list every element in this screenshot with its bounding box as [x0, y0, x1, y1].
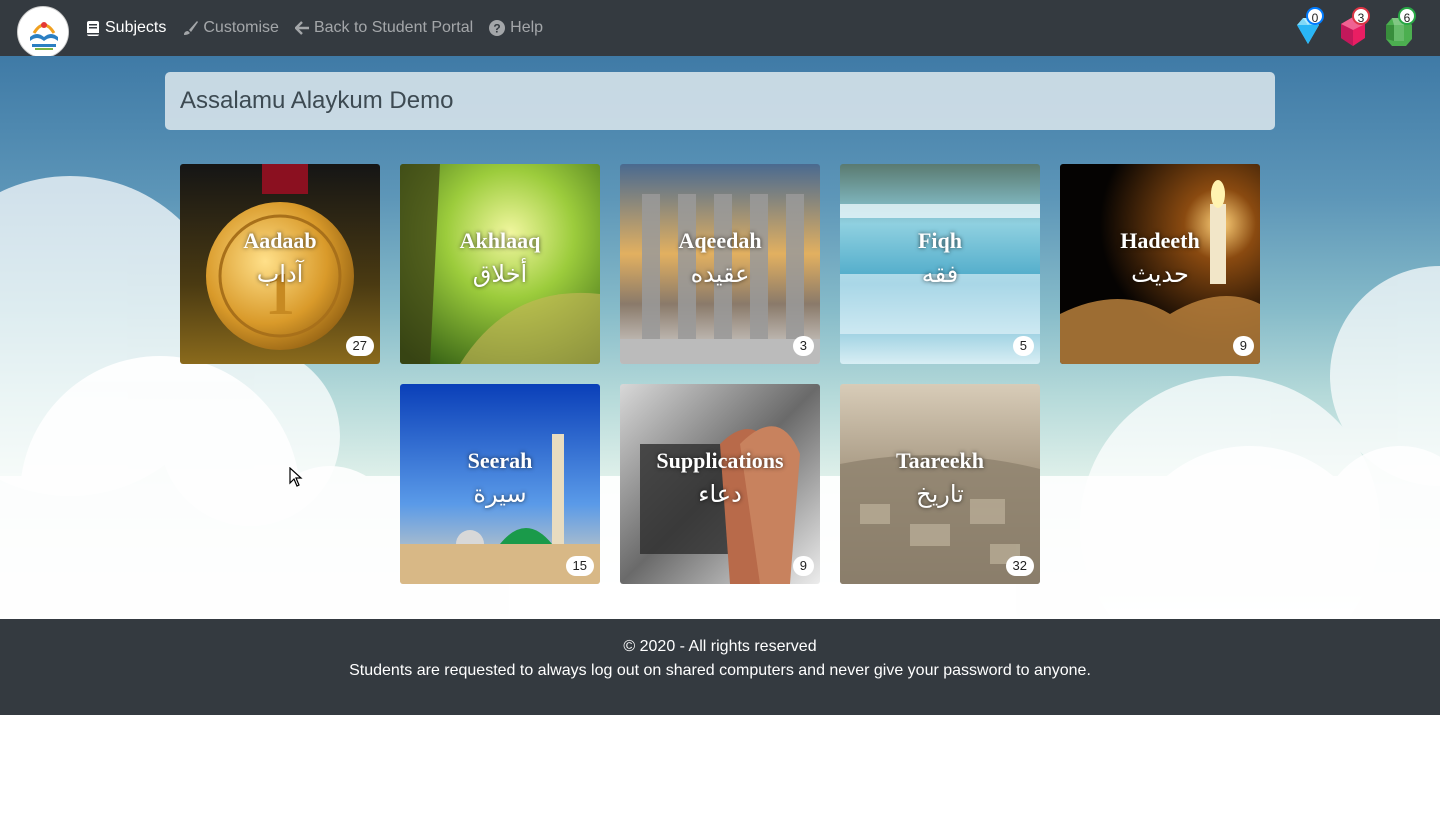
- nav-help-label: Help: [510, 19, 544, 36]
- page-footer: © 2020 - All rights reserved Students ar…: [0, 619, 1440, 715]
- lesson-count-badge: 9: [1232, 336, 1254, 356]
- subject-tile-taareekh[interactable]: Taareekh تاريخ 32: [840, 384, 1040, 584]
- subject-arabic-title: تاريخ: [916, 480, 964, 508]
- subject-title: Aadaab: [243, 228, 317, 253]
- footer-copyright: © 2020 - All rights reserved: [623, 638, 817, 655]
- subject-tile-fiqh[interactable]: Fiqh فقه 5: [840, 164, 1040, 364]
- diamond-gem-count: 0: [1306, 7, 1324, 25]
- subject-arabic-title: عقيده: [690, 260, 750, 288]
- subject-title: Fiqh: [917, 228, 963, 253]
- main-content: Assalamu Alaykum Demo 1 Aadaab آداب 27 A…: [0, 56, 1440, 619]
- subject-arabic-title: آداب: [256, 260, 304, 288]
- subject-tile-hadeeth[interactable]: Hadeeth حديث 9: [1060, 164, 1260, 364]
- emerald-gem-counter[interactable]: 6: [1382, 4, 1420, 52]
- paintbrush-icon: [184, 21, 199, 35]
- subject-title: Seerah: [467, 448, 533, 473]
- lesson-count-badge: 5: [1012, 336, 1034, 356]
- subject-arabic-title: دعاء: [698, 480, 742, 508]
- nav-back-to-portal-label: Back to Student Portal: [313, 19, 474, 36]
- lesson-count-badge: 3: [792, 336, 814, 356]
- nav-help[interactable]: ? Help: [489, 19, 543, 37]
- nav-customise-label: Customise: [203, 19, 279, 36]
- subject-tile-aadaab[interactable]: 1 Aadaab آداب 27: [180, 164, 380, 364]
- footer-notice: Students are requested to always log out…: [349, 662, 1091, 679]
- nav-subjects[interactable]: Subjects: [86, 19, 166, 37]
- subject-title: Supplications: [656, 448, 784, 473]
- svg-text:?: ?: [493, 22, 500, 36]
- ruby-gem-count: 3: [1352, 7, 1370, 25]
- nav-subjects-label: Subjects: [105, 19, 167, 36]
- lesson-count-badge: 27: [345, 336, 374, 356]
- lesson-count-badge: 9: [792, 556, 814, 576]
- ruby-gem-counter[interactable]: 3: [1336, 4, 1374, 52]
- greeting-banner: Assalamu Alaykum Demo: [165, 72, 1275, 130]
- subject-tile-aqeedah[interactable]: Aqeedah عقيده 3: [620, 164, 820, 364]
- arrow-left-icon: [294, 21, 309, 35]
- book-icon: [87, 20, 99, 36]
- diamond-gem-counter[interactable]: 0: [1290, 4, 1328, 52]
- subject-title: Aqeedah: [678, 228, 762, 253]
- nav-customise[interactable]: Customise: [182, 19, 279, 37]
- subject-arabic-title: حديث: [1131, 260, 1189, 288]
- subject-title: Akhlaaq: [459, 228, 541, 253]
- lesson-count-badge: 32: [1005, 556, 1034, 576]
- mouse-cursor-icon: [289, 467, 303, 487]
- top-navbar: Subjects Customise Back to Student Porta…: [0, 0, 1440, 58]
- nav-back-to-portal[interactable]: Back to Student Portal: [294, 19, 474, 37]
- subject-arabic-title: سيرة: [473, 480, 527, 508]
- subject-tile-seerah[interactable]: Seerah سيرة 15: [400, 384, 600, 584]
- subject-arabic-title: فقه: [921, 260, 959, 288]
- subject-arabic-title: أخلاق: [472, 260, 528, 288]
- madrasah-logo[interactable]: [17, 6, 69, 58]
- subject-tile-akhlaaq[interactable]: Akhlaaq أخلاق: [400, 164, 600, 364]
- lesson-count-badge: 15: [565, 556, 594, 576]
- question-circle-icon: ?: [489, 20, 506, 36]
- subject-tile-supplications[interactable]: Supplications دعاء 9: [620, 384, 820, 584]
- emerald-gem-count: 6: [1398, 7, 1416, 25]
- subject-title: Taareekh: [895, 448, 985, 473]
- subject-title: Hadeeth: [1120, 228, 1200, 253]
